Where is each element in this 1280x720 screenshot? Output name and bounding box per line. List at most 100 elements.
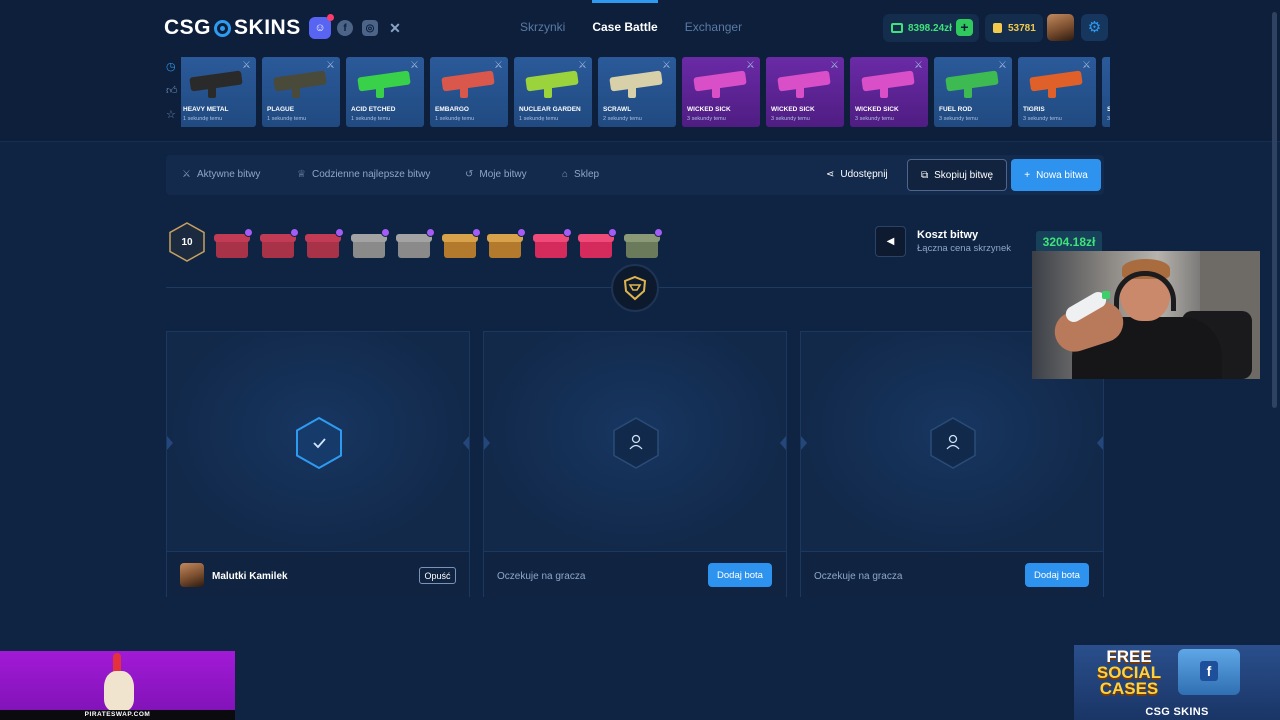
battle-case[interactable]: [532, 228, 572, 260]
live-drop-card[interactable]: ⚔ NUCLEAR GARDEN 1 sekundę temu: [514, 57, 592, 127]
share-icon: ⋖: [826, 169, 835, 180]
drop-time: 3: [1107, 116, 1110, 122]
drop-skin-name: FUEL ROD: [939, 106, 973, 113]
add-bot-button[interactable]: Dodaj bota: [1025, 563, 1089, 587]
nav-exchanger[interactable]: Exchanger: [685, 20, 742, 34]
balance-value: 8398.24zł: [908, 22, 952, 34]
battle-case[interactable]: [259, 228, 299, 260]
site-logo[interactable]: CSG SKINS: [164, 16, 301, 40]
drop-skin-name: EMBARGO: [435, 106, 469, 113]
discord-icon[interactable]: ☺: [309, 14, 334, 39]
slot-right-marker: [780, 436, 786, 450]
share-label: Udostępnij: [840, 169, 888, 180]
shop-link[interactable]: ⌂ Sklep: [562, 169, 599, 180]
waiting-text: Oczekuje na gracza: [497, 571, 586, 582]
battle-case[interactable]: [214, 228, 253, 260]
user-avatar[interactable]: [1047, 14, 1074, 41]
clock-icon[interactable]: ◷: [166, 60, 178, 74]
logo-text-left: CSG: [164, 16, 212, 39]
cost-toggle-button[interactable]: ◀: [875, 226, 906, 257]
empty-player-icon: [613, 417, 659, 469]
drop-skin-name: WICKED SICK: [855, 106, 899, 113]
nav-cases[interactable]: Skrzynki: [520, 20, 565, 34]
basket-icon: ⌂: [562, 169, 569, 180]
add-bot-button[interactable]: Dodaj bota: [708, 563, 772, 587]
slot-left-marker: [167, 436, 173, 450]
battle-cost-title: Koszt bitwy: [917, 229, 979, 241]
nav-case-battle[interactable]: Case Battle: [592, 0, 659, 34]
drop-skin-name: ACID ETCHED: [351, 106, 396, 113]
settings-gear-icon[interactable]: ⚙: [1081, 14, 1108, 41]
slot-left-marker: [801, 436, 807, 450]
drop-time: 1 sekundę temu: [351, 116, 391, 122]
slot-arena: [484, 332, 786, 551]
live-drop-card[interactable]: ⚔ WICKED SICK 3 sekundy temu: [850, 57, 928, 127]
live-drop-card[interactable]: ⚔SC3: [1102, 57, 1110, 127]
battle-case[interactable]: [623, 228, 663, 260]
battle-case[interactable]: [441, 228, 481, 260]
copy-battle-label: Skopiuj bitwę: [934, 169, 994, 181]
pirateswap-promo: PIRATESWAP.COM: [0, 651, 235, 720]
live-drop-card[interactable]: ⚔ WICKED SICK 3 sekundy temu: [682, 57, 760, 127]
daily-best-battles-link[interactable]: ♕ Codzienne najlepsze bitwy: [297, 169, 430, 180]
battle-source-icon: ⚔: [494, 60, 503, 71]
drop-skin-name: SC: [1107, 106, 1110, 113]
weapon-grip: [460, 85, 468, 98]
drop-time: 2 sekundy temu: [603, 116, 642, 122]
live-drop-card[interactable]: ⚔ TIGRIS 3 sekundy temu: [1018, 57, 1096, 127]
star-icon[interactable]: ☆: [166, 108, 178, 122]
battle-source-icon: ⚔: [830, 60, 839, 71]
drop-time: 3 sekundy temu: [687, 116, 726, 122]
logo-text-right: SKINS: [234, 16, 301, 39]
my-battles-link[interactable]: ↺ Moje bitwy: [465, 169, 527, 180]
drop-time: 3 sekundy temu: [771, 116, 810, 122]
live-drop-card[interactable]: ⚔ FUEL ROD 3 sekundy temu: [934, 57, 1012, 127]
battle-case[interactable]: [350, 228, 390, 260]
copy-battle-button[interactable]: ⧉ Skopiuj bitwę: [907, 159, 1007, 191]
live-drop-card[interactable]: ⚔ HEAVY METAL 1 sekundę temu: [181, 57, 256, 127]
live-drop-card[interactable]: ⚔ ACID ETCHED 1 sekundę temu: [346, 57, 424, 127]
battle-case[interactable]: [396, 228, 435, 260]
logo-ring-icon: [214, 19, 232, 37]
new-battle-button[interactable]: + Nowa bitwa: [1011, 159, 1101, 191]
battle-case[interactable]: [305, 228, 344, 260]
live-drop-card[interactable]: ⚔ EMBARGO 1 sekundę temu: [430, 57, 508, 127]
case-type-badge: [380, 228, 390, 237]
weapon-grip: [292, 85, 300, 98]
coins-display[interactable]: 53781: [985, 14, 1043, 42]
copy-icon: ⧉: [920, 169, 929, 181]
history-icon: ↺: [465, 169, 474, 180]
drop-skin-name: NUCLEAR GARDEN: [519, 106, 581, 113]
live-drop-card[interactable]: ⚔ WICKED SICK 3 sekundy temu: [766, 57, 844, 127]
instagram-icon[interactable]: ◎: [362, 20, 378, 36]
facebook-icon[interactable]: f: [337, 20, 353, 36]
balance-display[interactable]: 8398.24zł +: [883, 14, 979, 42]
new-battle-label: Nowa bitwa: [1036, 169, 1088, 181]
weapon-grip: [628, 85, 636, 98]
live-drop-card[interactable]: ⚔ SCRAWL 2 sekundy temu: [598, 57, 676, 127]
drop-skin-name: HEAVY METAL: [183, 106, 229, 113]
leave-button[interactable]: Opuść: [419, 567, 456, 584]
battle-case[interactable]: [487, 228, 526, 260]
battle-case[interactable]: [578, 228, 617, 260]
weapon-grip: [1048, 85, 1056, 98]
player-slot-2: Oczekuje na gracza Dodaj bota: [483, 331, 787, 597]
rounds-count-badge: 10: [168, 222, 206, 262]
ready-check-icon: [296, 416, 342, 470]
player-avatar: [180, 563, 204, 587]
deposit-button[interactable]: +: [956, 19, 973, 36]
battle-cost-value: 3204.18zł: [1036, 231, 1102, 253]
active-battles-link[interactable]: ⚔ Aktywne bitwy: [182, 169, 260, 180]
thumbs-up-icon[interactable]: 👍︎: [166, 84, 178, 98]
drop-time: 3 sekundy temu: [855, 116, 894, 122]
daily-best-label: Codzienne najlepsze bitwy: [311, 169, 431, 180]
live-drop-card[interactable]: ⚔ PLAGUE 1 sekundę temu: [262, 57, 340, 127]
weapon-skin-image: [273, 70, 327, 92]
battle-source-icon: ⚔: [578, 60, 587, 71]
share-button[interactable]: ⋖ Udostępnij: [826, 169, 888, 180]
promo-headline: FREE SOCIAL CASES: [1088, 648, 1170, 697]
slot-right-marker: [463, 436, 469, 450]
x-icon[interactable]: ✕: [387, 20, 403, 36]
weapon-grip: [544, 85, 552, 98]
page-scrollbar[interactable]: [1272, 12, 1277, 408]
